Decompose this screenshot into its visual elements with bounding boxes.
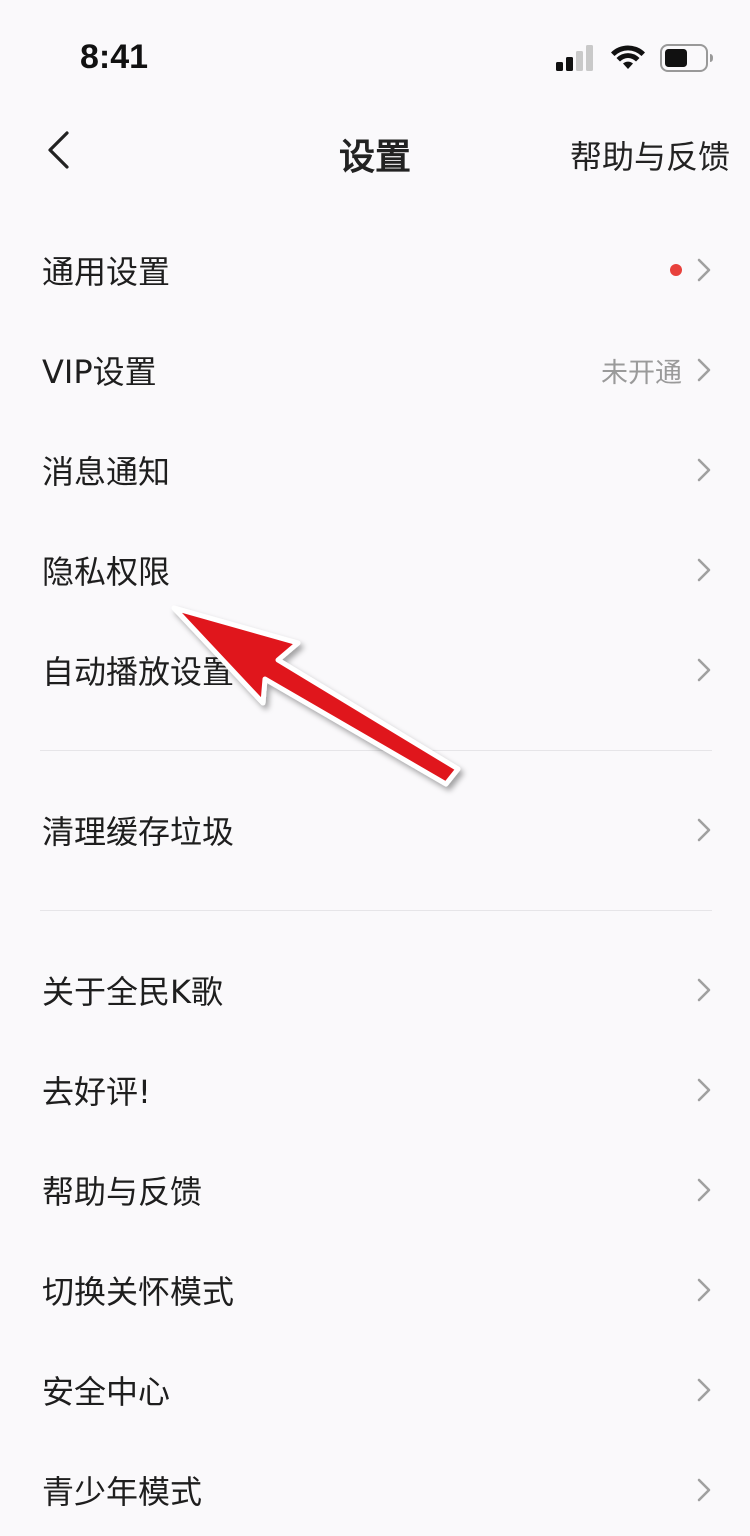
settings-row-trailing [696, 556, 712, 584]
settings-row[interactable]: 清理缓存垃圾 [0, 780, 750, 880]
chevron-right-icon [696, 1076, 712, 1104]
settings-row-label: 安全中心 [42, 1373, 171, 1411]
chevron-right-icon [696, 976, 712, 1004]
settings-row-trailing [696, 656, 712, 684]
cellular-signal-icon [556, 45, 596, 75]
settings-row-label: 自动播放设置 [42, 653, 235, 691]
status-time: 8:41 [80, 38, 149, 76]
settings-row-label: 通用设置 [42, 253, 171, 291]
settings-row-label: 隐私权限 [42, 553, 171, 591]
settings-row-trailing [696, 976, 712, 1004]
chevron-right-icon [696, 656, 712, 684]
settings-row-trailing [696, 1076, 712, 1104]
settings-row-label: 帮助与反馈 [42, 1173, 203, 1211]
settings-list: 通用设置 VIP设置 未开通消息通知隐私权限自动播放设置 清理缓存垃圾 关于全民K歌 去好… [0, 220, 750, 1536]
settings-row[interactable]: 自动播放设置 [0, 620, 750, 720]
chevron-right-icon [696, 1376, 712, 1404]
chevron-right-icon [696, 816, 712, 844]
settings-row[interactable]: 隐私权限 [0, 520, 750, 620]
settings-row[interactable]: 安全中心 [0, 1340, 750, 1440]
status-bar: 8:41 [0, 0, 750, 100]
settings-row-trailing [696, 1376, 712, 1404]
battery-icon [660, 44, 714, 76]
status-icons [556, 44, 714, 76]
notification-dot-icon [670, 264, 682, 276]
settings-row-trailing [696, 456, 712, 484]
navigation-bar: 设置 帮助与反馈 [0, 100, 750, 210]
settings-row-trailing: 未开通 [601, 351, 712, 390]
settings-row[interactable]: 去好评! [0, 1040, 750, 1140]
section-divider [0, 880, 750, 940]
settings-row-trailing [670, 256, 712, 284]
chevron-right-icon [696, 256, 712, 284]
settings-row-trailing [696, 1176, 712, 1204]
settings-row[interactable]: 青少年模式 [0, 1440, 750, 1536]
settings-row-trailing [696, 1476, 712, 1504]
chevron-right-icon [696, 1176, 712, 1204]
settings-row[interactable]: VIP设置 未开通 [0, 320, 750, 420]
help-feedback-link[interactable]: 帮助与反馈 [570, 132, 730, 178]
settings-row[interactable]: 消息通知 [0, 420, 750, 520]
settings-row-label: VIP设置 [42, 353, 157, 391]
settings-row-label: 切换关怀模式 [42, 1273, 235, 1311]
section-divider [0, 720, 750, 780]
settings-row-label: 去好评! [42, 1073, 151, 1111]
settings-row-label: 消息通知 [42, 453, 171, 491]
settings-row[interactable]: 关于全民K歌 [0, 940, 750, 1040]
settings-row-label: 青少年模式 [42, 1473, 203, 1511]
settings-row[interactable]: 通用设置 [0, 220, 750, 320]
chevron-right-icon [696, 356, 712, 384]
wifi-icon [610, 45, 646, 75]
settings-row[interactable]: 切换关怀模式 [0, 1240, 750, 1340]
settings-row-trailing [696, 816, 712, 844]
chevron-right-icon [696, 556, 712, 584]
settings-row-label: 关于全民K歌 [42, 973, 223, 1011]
chevron-right-icon [696, 1476, 712, 1504]
settings-row[interactable]: 帮助与反馈 [0, 1140, 750, 1240]
settings-row-trailing [696, 1276, 712, 1304]
chevron-right-icon [696, 1276, 712, 1304]
settings-row-label: 清理缓存垃圾 [42, 813, 235, 851]
chevron-right-icon [696, 456, 712, 484]
settings-row-value: 未开通 [601, 357, 682, 389]
